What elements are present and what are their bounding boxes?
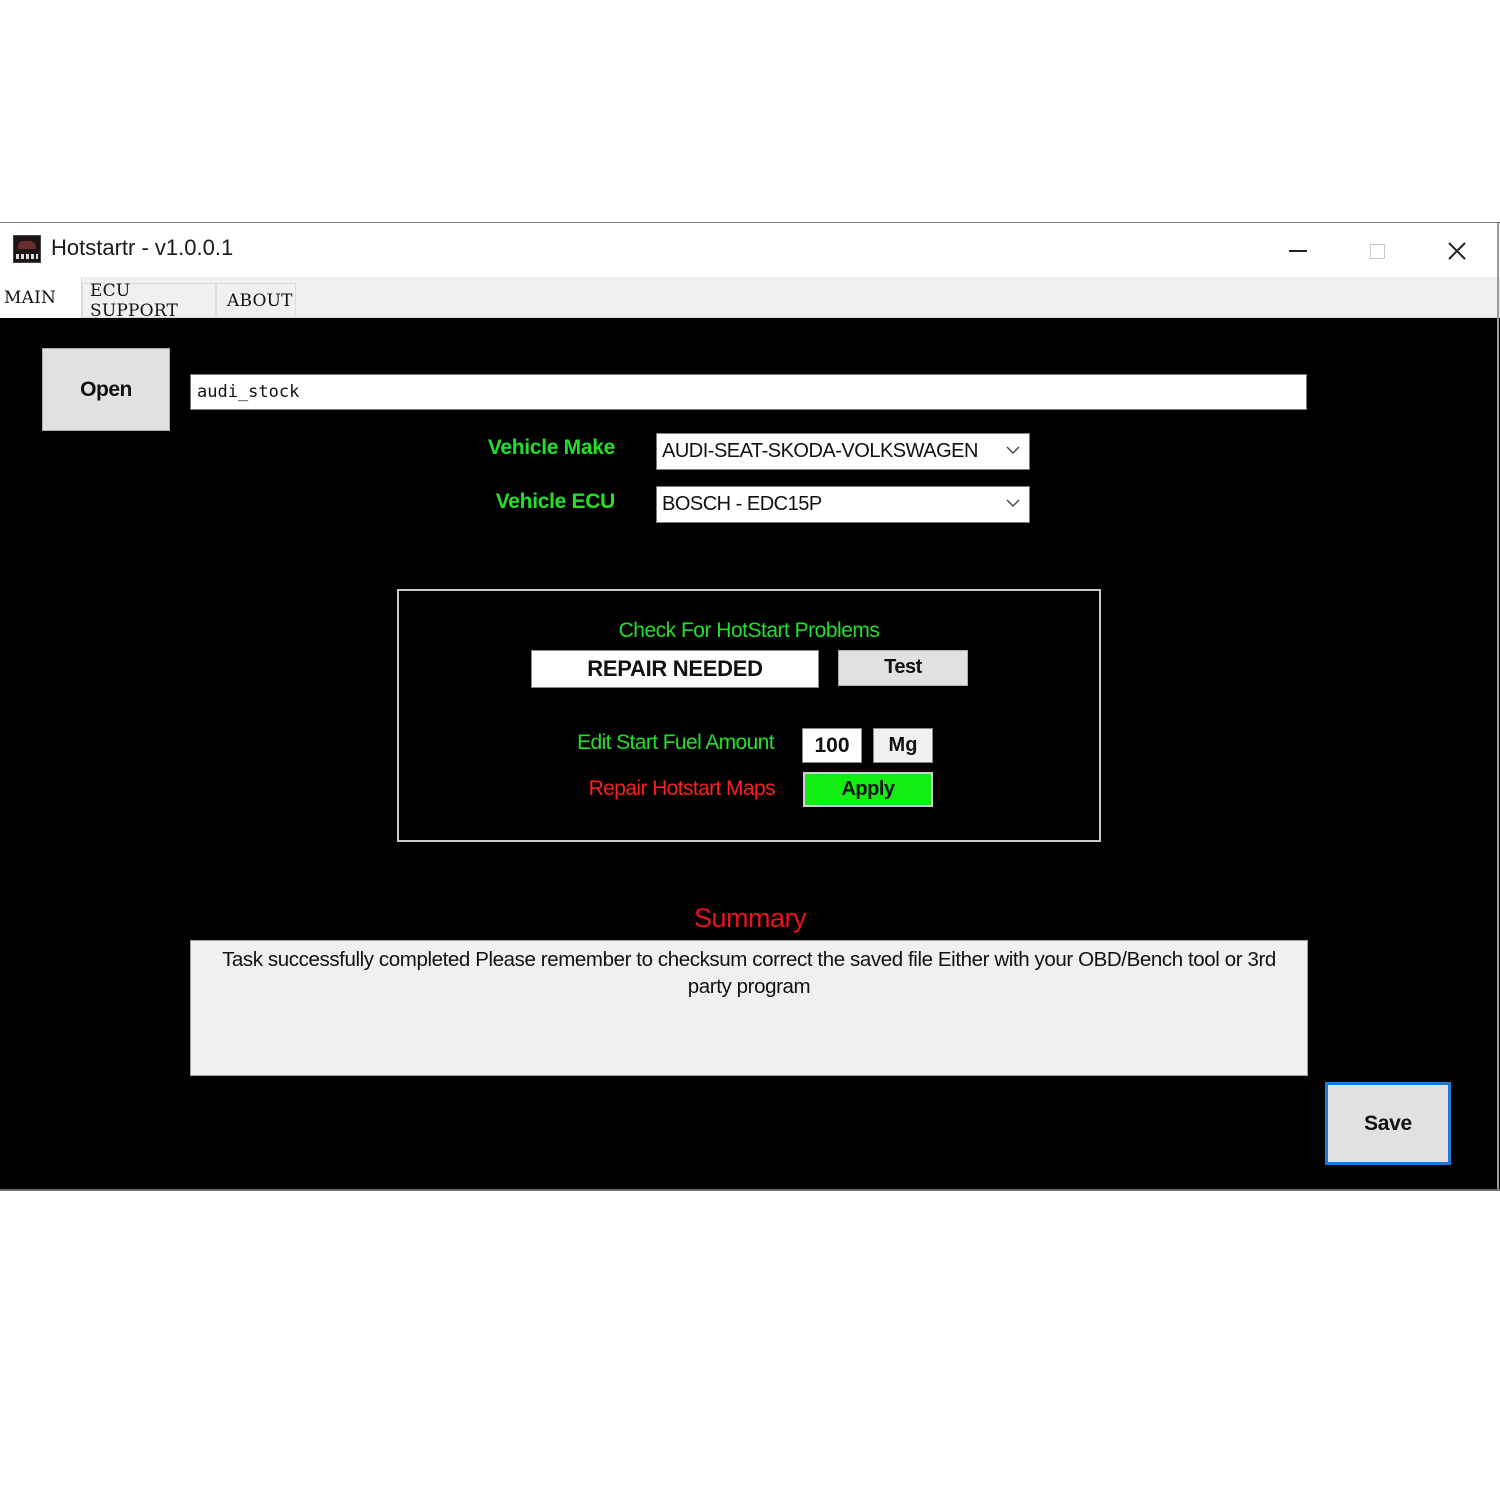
repair-maps-label: Repair Hotstart Maps <box>588 777 776 800</box>
vehicle-make-dropdown[interactable]: AUDI-SEAT-SKODA-VOLKSWAGEN <box>656 433 1030 470</box>
summary-title: Summary <box>693 903 807 933</box>
close-icon <box>1448 242 1466 260</box>
vehicle-ecu-dropdown[interactable]: BOSCH - EDC15P <box>656 486 1030 523</box>
window-border-right <box>1497 223 1499 1189</box>
start-fuel-input[interactable]: 100 <box>802 728 862 763</box>
minimize-button[interactable] <box>1273 231 1323 271</box>
hotstart-status: REPAIR NEEDED <box>531 650 819 688</box>
hotstart-check-title: Check For HotStart Problems <box>618 619 880 642</box>
fuel-unit-label: Mg <box>873 728 933 763</box>
chevron-down-icon <box>1006 499 1020 507</box>
file-name-input[interactable]: audi_stock <box>190 374 1307 410</box>
minimize-icon <box>1289 250 1307 252</box>
main-panel: Open audi_stock Vehicle Make AUDI-SEAT-S… <box>0 318 1500 1189</box>
hotstart-check-group: Check For HotStart Problems REPAIR NEEDE… <box>397 589 1101 842</box>
vehicle-make-label: Vehicle Make <box>487 436 615 459</box>
window-title: Hotstartr - v1.0.0.1 <box>51 235 234 260</box>
close-button[interactable] <box>1432 231 1482 271</box>
open-button[interactable]: Open <box>42 348 170 431</box>
vehicle-ecu-value: BOSCH - EDC15P <box>662 493 822 515</box>
summary-textbox[interactable]: Task successfully completed Please remem… <box>190 940 1308 1076</box>
test-button[interactable]: Test <box>838 650 968 686</box>
app-window: Hotstartr - v1.0.0.1 MAIN ECU SUPPORT AB… <box>0 222 1500 1191</box>
window-border-bottom <box>0 1189 1500 1191</box>
chevron-down-icon <box>1006 446 1020 454</box>
tab-main[interactable]: MAIN <box>0 277 82 318</box>
title-bar[interactable]: Hotstartr - v1.0.0.1 <box>0 223 1500 277</box>
app-logo-icon <box>13 235 41 263</box>
tab-about[interactable]: ABOUT <box>216 283 296 317</box>
maximize-icon <box>1369 243 1385 259</box>
maximize-button[interactable] <box>1352 231 1402 271</box>
vehicle-ecu-label: Vehicle ECU <box>495 490 616 513</box>
start-fuel-label: Edit Start Fuel Amount <box>577 731 775 754</box>
tab-ecu-support[interactable]: ECU SUPPORT <box>82 281 216 321</box>
vehicle-make-value: AUDI-SEAT-SKODA-VOLKSWAGEN <box>662 440 978 462</box>
save-button[interactable]: Save <box>1325 1082 1451 1165</box>
apply-button[interactable]: Apply <box>803 772 933 807</box>
tab-bar: MAIN ECU SUPPORT ABOUT <box>0 277 1500 321</box>
